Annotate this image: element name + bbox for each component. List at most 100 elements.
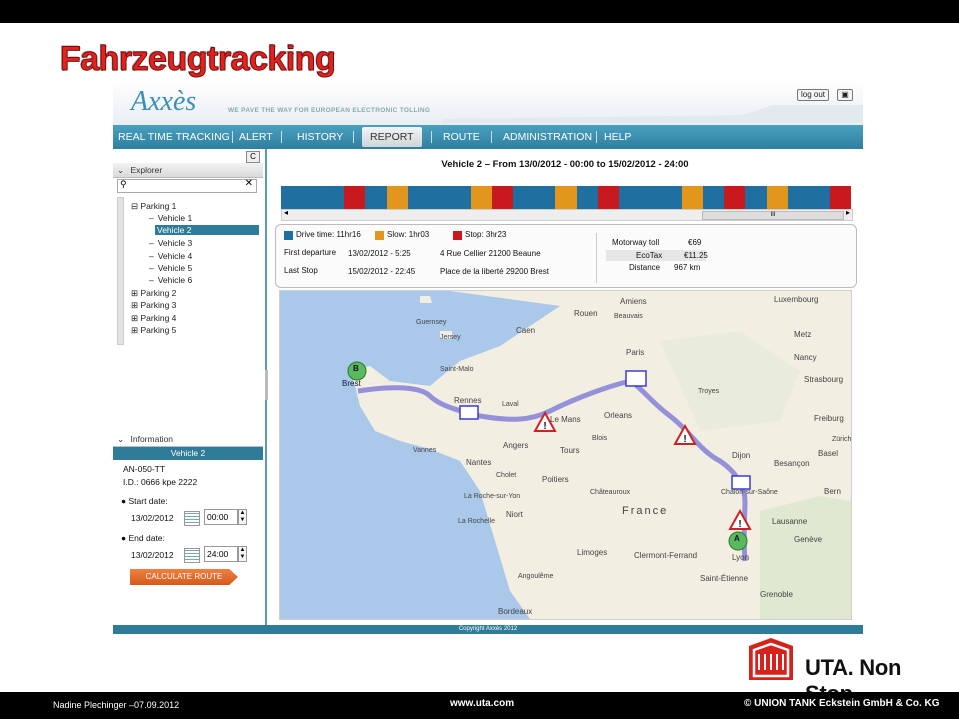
- slow-label: Slow: 1hr03: [387, 230, 430, 239]
- end-time-field[interactable]: 24:00: [204, 546, 238, 562]
- vehicle-plate: AN-050-TT: [123, 464, 166, 474]
- logout-button[interactable]: log out: [797, 89, 830, 101]
- tree-item-label: Vehicle 5: [157, 263, 193, 273]
- map-label-amiens: Amiens: [620, 297, 647, 306]
- distance-value: 967 km: [674, 263, 701, 272]
- slow-swatch: [375, 231, 384, 240]
- map-label-bern: Bern: [824, 487, 841, 496]
- timeline-segment: [703, 186, 725, 209]
- end-date-value[interactable]: 13/02/2012: [131, 550, 174, 560]
- scroll-right-icon[interactable]: ▸: [846, 208, 850, 217]
- chevron-down-icon: ⌄: [117, 165, 125, 175]
- warning-icon-mark: !: [683, 434, 686, 445]
- map-label-chalon: Chalon-sur-Saône: [721, 489, 778, 496]
- route-map[interactable]: ! ! ! B A Amiens Luxembourg Guernsey Jer…: [279, 290, 852, 620]
- tree-item-parking-4[interactable]: ⊞ Parking 4: [131, 313, 176, 324]
- scrollbar-thumb[interactable]: III: [702, 211, 844, 220]
- timeline-segment: [323, 186, 345, 209]
- alps-region: [760, 496, 851, 619]
- map-label-troyes: Troyes: [698, 388, 720, 395]
- guernsey-island: [420, 296, 432, 303]
- tree-item-label: Vehicle 3: [157, 238, 193, 248]
- scroll-left-icon[interactable]: ◂: [284, 208, 288, 217]
- tree-item-vehicle-1[interactable]: – Vehicle 1: [149, 213, 192, 223]
- tree-item-label: Vehicle 4: [157, 251, 193, 261]
- tree-scrollbar[interactable]: [117, 197, 124, 345]
- map-label-grenoble: Grenoble: [760, 590, 793, 599]
- footer-author-date: Nadine Plechinger –07.09.2012: [53, 700, 180, 710]
- clear-search-icon[interactable]: ✕: [245, 178, 253, 189]
- information-header[interactable]: ⌄ Information: [113, 432, 263, 447]
- nav-real-time-tracking[interactable]: REAL TIME TRACKING: [118, 125, 230, 149]
- explorer-search-field[interactable]: ⚲ ✕: [117, 178, 257, 193]
- nav-history[interactable]: HISTORY: [297, 125, 343, 149]
- tree-item-vehicle-5[interactable]: – Vehicle 5: [149, 263, 192, 273]
- map-label-le-mans: Le Mans: [550, 415, 581, 424]
- timeline-segment: [639, 186, 661, 209]
- start-time-field[interactable]: 00:00: [204, 509, 238, 525]
- nav-separator: [491, 131, 492, 143]
- tree-item-vehicle-3[interactable]: – Vehicle 3: [149, 238, 192, 248]
- warning-icon-mark: !: [543, 421, 546, 432]
- map-label-dijon: Dijon: [732, 451, 751, 460]
- chevron-down-icon: ⌄: [117, 434, 125, 444]
- start-date-label: ● Start date:: [121, 496, 168, 506]
- calendar-icon[interactable]: [184, 511, 200, 526]
- end-date-label: ● End date:: [121, 533, 165, 543]
- timeline-segment: [386, 186, 408, 209]
- nav-route[interactable]: ROUTE: [443, 125, 480, 149]
- nav-administration[interactable]: ADMINISTRATION: [503, 125, 592, 149]
- nav-separator: [431, 131, 432, 143]
- calculate-route-button[interactable]: CALCULATE ROUTE: [130, 569, 238, 585]
- timeline-scrollbar[interactable]: ◂ III ▸: [281, 208, 853, 221]
- timeline-segment: [576, 186, 598, 209]
- map-label-zurich: Zürich: [832, 436, 852, 443]
- tree-item-vehicle-4[interactable]: – Vehicle 4: [149, 251, 192, 261]
- app-header: Axxès WE PAVE THE WAY FOR EUROPEAN ELECT…: [113, 80, 863, 125]
- explorer-header[interactable]: ⌄ Explorer: [113, 163, 263, 178]
- end-time-stepper[interactable]: ▲ ▼: [238, 546, 247, 562]
- print-icon[interactable]: ▣: [837, 89, 853, 101]
- marker-b-label: B: [353, 364, 359, 373]
- tree-item-parking-2[interactable]: ⊞ Parking 2: [131, 288, 176, 299]
- timeline-segment: [597, 186, 619, 209]
- timeline-strip[interactable]: [281, 186, 851, 209]
- nav-alert[interactable]: ALERT: [239, 125, 273, 149]
- map-label-poitiers: Poitiers: [542, 475, 569, 484]
- vehicle-id-label: I.D.:: [123, 477, 139, 487]
- map-label-la-roche: La Roche-sur-Yon: [464, 493, 521, 500]
- marker-a-label: A: [734, 534, 740, 543]
- map-label-strasbourg: Strasbourg: [804, 375, 844, 384]
- start-time-stepper[interactable]: ▲ ▼: [238, 509, 247, 525]
- timeline-segment: [492, 186, 514, 209]
- timeline-segment: [808, 186, 830, 209]
- stop-label: Stop: 3hr23: [465, 230, 507, 239]
- tree-item-parking-1[interactable]: ⊟ Parking 1: [131, 201, 176, 212]
- nav-report[interactable]: REPORT: [362, 127, 422, 147]
- tree-item-parking-5[interactable]: ⊞ Parking 5: [131, 325, 176, 336]
- tree-item-label: Parking 3: [140, 300, 177, 310]
- tree-item-parking-3[interactable]: ⊞ Parking 3: [131, 300, 176, 311]
- trip-summary-panel: Drive time: 11hr16 Slow: 1hr03 Stop: 3hr…: [275, 224, 857, 288]
- tree-item-vehicle-2[interactable]: Vehicle 2: [155, 225, 259, 235]
- timeline-segment: [766, 186, 788, 209]
- splitter-handle[interactable]: [265, 370, 268, 400]
- map-label-beauvais: Beauvais: [614, 313, 643, 320]
- tree-item-label: Parking 1: [140, 201, 177, 211]
- map-label-guernsey: Guernsey: [416, 319, 447, 326]
- start-date-value[interactable]: 13/02/2012: [131, 513, 174, 523]
- tree-item-label: Vehicle 6: [157, 275, 193, 285]
- tree-item-vehicle-6[interactable]: – Vehicle 6: [149, 275, 192, 285]
- app-tagline: WE PAVE THE WAY FOR EUROPEAN ELECTRONIC …: [228, 107, 431, 114]
- map-label-saint-etienne: Saint-Étienne: [700, 574, 749, 583]
- last-stop-place: Place de la liberté 29200 Brest: [440, 267, 549, 276]
- map-label-luxembourg: Luxembourg: [774, 295, 819, 304]
- nav-separator: [353, 131, 354, 143]
- first-departure-place: 4 Rue Cellier 21200 Beaune: [440, 249, 541, 258]
- calendar-icon[interactable]: [184, 548, 200, 563]
- stop-swatch: [453, 231, 462, 240]
- collapse-icon[interactable]: C: [246, 151, 260, 163]
- timeline-segment: [302, 186, 324, 209]
- ecotax-label: EcoTax: [636, 251, 663, 260]
- nav-help[interactable]: HELP: [604, 125, 631, 149]
